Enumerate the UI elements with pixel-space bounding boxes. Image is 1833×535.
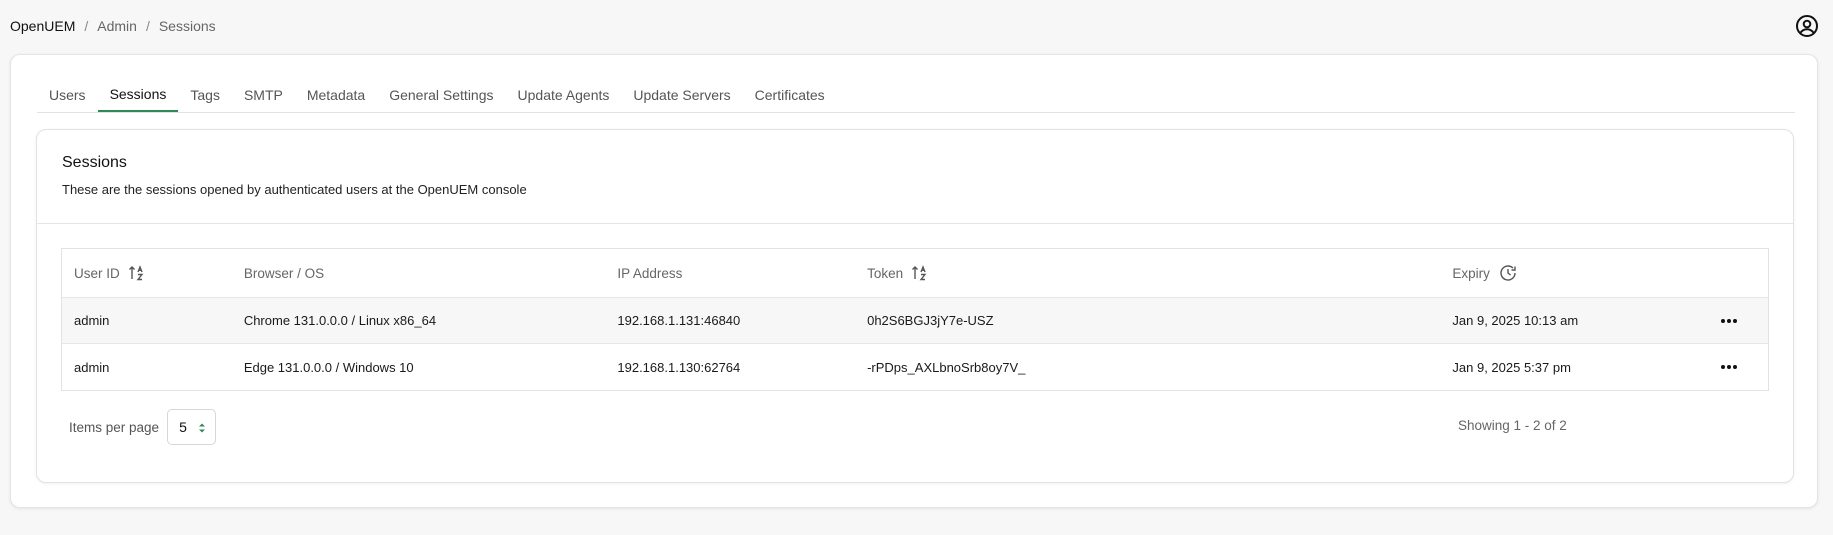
cell-token: -rPDps_AXLbnoSrb8oy7V_ <box>867 359 1026 375</box>
header-ip-label: IP Address <box>617 265 683 281</box>
card-title: Sessions <box>62 154 127 171</box>
sessions-card: Sessions These are the sessions opened b… <box>36 129 1794 483</box>
sort-alpha-icon[interactable] <box>911 264 929 282</box>
table-header-row: User ID Browser / OS IP Address Token Ex… <box>62 249 1768 298</box>
cell-ip: 192.168.1.130:62764 <box>617 359 741 375</box>
header-expiry[interactable]: Expiry <box>1440 263 1690 283</box>
cell-token: 0h2S6BGJ3jY7e-USZ <box>867 313 994 328</box>
sessions-table: User ID Browser / OS IP Address Token Ex… <box>61 248 1769 391</box>
cell-expiry: Jan 9, 2025 5:37 pm <box>1452 359 1571 375</box>
admin-tabs: Users Sessions Tags SMTP Metadata Genera… <box>37 71 1795 113</box>
cell-browser-os: Chrome 131.0.0.0 / Linux x86_64 <box>243 313 437 328</box>
breadcrumb-separator: / <box>84 18 89 34</box>
tab-general-settings[interactable]: General Settings <box>377 70 505 112</box>
header-browser-os-label: Browser / OS <box>243 265 325 281</box>
table-row: admin Edge 131.0.0.0 / Windows 10 192.16… <box>62 344 1768 390</box>
row-actions <box>1690 365 1768 369</box>
breadcrumb-sessions: Sessions <box>158 18 216 34</box>
header-token[interactable]: Token <box>855 264 1440 282</box>
tab-tags[interactable]: Tags <box>178 70 232 112</box>
cell-browser-os: Edge 131.0.0.0 / Windows 10 <box>243 359 414 375</box>
breadcrumb-openuem[interactable]: OpenUEM <box>10 18 75 34</box>
tab-update-agents[interactable]: Update Agents <box>506 70 622 112</box>
more-horizontal-icon[interactable] <box>1721 318 1738 323</box>
items-per-page-value: 5 <box>179 419 187 435</box>
card-description: These are the sessions opened by authent… <box>62 182 527 197</box>
header-user-id[interactable]: User ID <box>62 264 232 282</box>
cell-user-id: admin <box>74 359 110 375</box>
pagination-bar: Items per page 5 Showing 1 - 2 of 2 <box>69 409 1769 445</box>
sessions-card-header: Sessions These are the sessions opened b… <box>37 130 1793 224</box>
user-circle-icon[interactable] <box>1795 14 1819 38</box>
breadcrumb-separator: / <box>145 18 150 34</box>
top-bar: OpenUEM / Admin / Sessions <box>0 0 1833 52</box>
tab-sessions[interactable]: Sessions <box>97 70 179 112</box>
sort-alpha-icon[interactable] <box>128 264 146 282</box>
tab-certificates[interactable]: Certificates <box>743 70 837 112</box>
header-token-label: Token <box>867 265 904 281</box>
cell-expiry: Jan 9, 2025 10:13 am <box>1452 313 1579 328</box>
admin-panel: Users Sessions Tags SMTP Metadata Genera… <box>10 54 1818 508</box>
header-expiry-label: Expiry <box>1452 265 1490 281</box>
header-ip: IP Address <box>605 266 855 281</box>
items-per-page-select[interactable]: 5 <box>167 409 217 445</box>
tab-smtp[interactable]: SMTP <box>232 70 295 112</box>
header-browser-os: Browser / OS <box>232 266 606 281</box>
pagination-status: Showing 1 - 2 of 2 <box>1458 418 1567 433</box>
tab-users[interactable]: Users <box>37 70 98 112</box>
items-per-page-label: Items per page <box>69 419 160 435</box>
cell-user-id: admin <box>74 313 110 328</box>
header-user-id-label: User ID <box>74 265 120 281</box>
breadcrumb-admin[interactable]: Admin <box>97 18 137 34</box>
select-arrows-icon <box>199 423 206 433</box>
more-horizontal-icon[interactable] <box>1721 365 1738 369</box>
row-actions <box>1690 318 1768 323</box>
table-row: admin Chrome 131.0.0.0 / Linux x86_64 19… <box>62 298 1768 344</box>
tab-update-servers[interactable]: Update Servers <box>621 70 742 112</box>
tab-metadata[interactable]: Metadata <box>295 70 377 112</box>
clock-history-icon[interactable] <box>1498 263 1518 283</box>
cell-ip: 192.168.1.131:46840 <box>617 313 741 328</box>
